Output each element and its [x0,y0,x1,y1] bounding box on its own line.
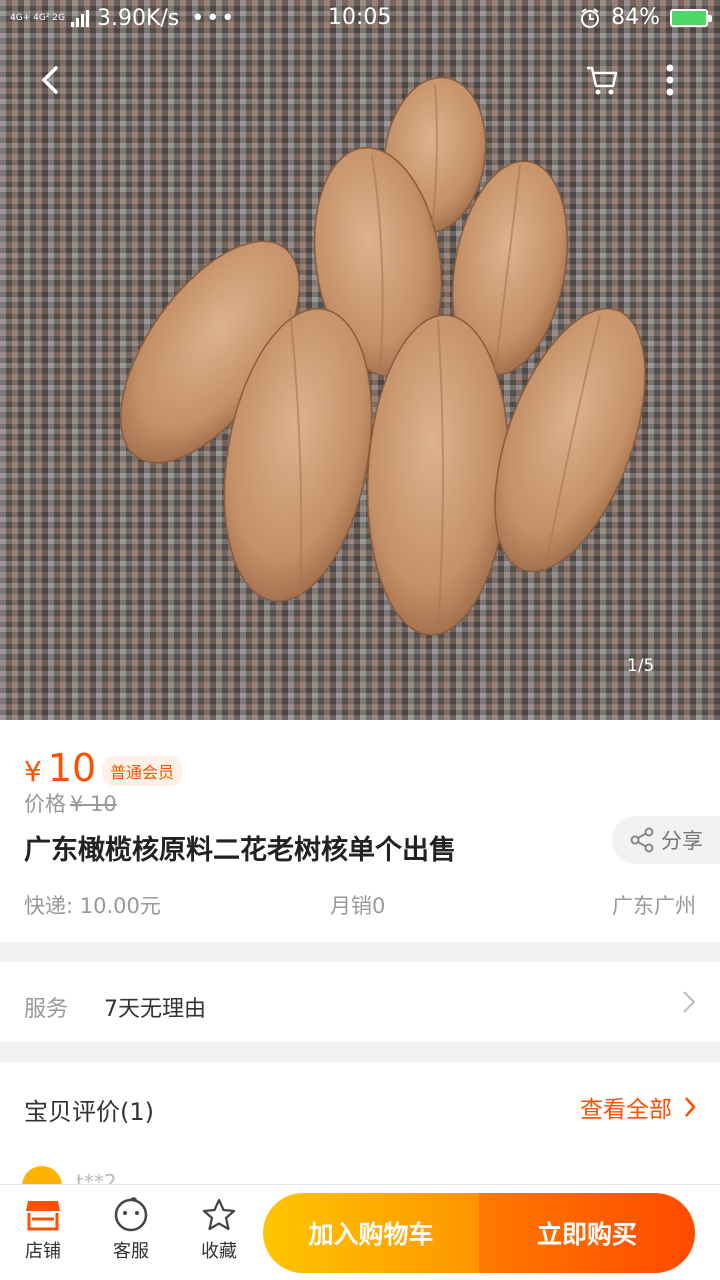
original-price-value: ¥ 10 [70,792,117,816]
more-button[interactable] [642,52,698,108]
service-label: 服务 [24,997,69,1022]
customer-service-button[interactable]: 客服 [96,1197,166,1263]
favorite-label: 收藏 [201,1241,237,1262]
more-vertical-icon [666,64,674,96]
buy-now-button[interactable]: 立即购买 [479,1193,695,1273]
status-bar: 4G+ 4G² 2G 3.90K/s ••• 10:05 84% [0,0,720,36]
chat-icon [114,1197,148,1232]
back-button[interactable] [22,52,78,108]
purchase-buttons: 加入购物车 立即购买 [263,1193,695,1273]
network-speed: 3.90K/s [96,5,180,31]
chevron-left-icon [42,66,58,94]
currency-symbol: ¥ [24,755,42,788]
service-value: 7天无理由 [104,997,206,1022]
customer-service-label: 客服 [113,1241,149,1262]
bottom-action-bar: 店铺 客服 收藏 加入购物车 立即购买 [0,1184,720,1280]
store-button[interactable]: 店铺 [8,1197,78,1263]
chevron-right-icon [683,991,696,1013]
star-icon [202,1198,236,1231]
reviews-section: 宝贝评价(1) 查看全部 t**2 [0,1062,720,1202]
network-type-label: 4G+ 4G² 2G [10,13,65,23]
battery-percent: 84% [611,5,660,30]
cart-button[interactable] [574,52,630,108]
store-icon [26,1201,60,1231]
alarm-icon [581,7,600,28]
add-to-cart-button[interactable]: 加入购物车 [263,1193,479,1273]
product-info: ¥ 10 普通会员 价格 ¥ 10 广东橄榄核原料二花老树核单个出售 分享 快递:… [0,720,720,942]
more-notifications-icon: ••• [191,5,237,31]
original-price-label: 价格 [24,792,66,816]
signal-strength-icon [70,9,89,27]
view-all-reviews-link[interactable]: 查看全部 [580,1090,696,1124]
price-amount: 10 [47,746,97,790]
product-title: 广东橄榄核原料二花老树核单个出售 [24,835,456,866]
clock: 10:05 [328,5,392,30]
shipping-fee: 快递: 10.00元 [24,894,161,918]
cart-icon [587,66,618,95]
member-badge: 普通会员 [102,756,183,786]
olive-pits-photo [119,76,646,636]
monthly-sales: 月销0 [330,894,386,918]
reviews-heading: 宝贝评价(1) [24,1098,154,1126]
original-price: 价格 ¥ 10 [24,788,117,818]
share-icon [630,827,654,853]
price: ¥ 10 [24,746,96,790]
favorite-button[interactable]: 收藏 [184,1197,254,1263]
product-image[interactable] [0,0,720,720]
view-all-label: 查看全部 [580,1097,672,1123]
share-label: 分享 [661,829,703,853]
share-button[interactable]: 分享 [612,816,720,864]
chevron-right-icon [685,1097,696,1117]
store-label: 店铺 [25,1241,61,1262]
service-row[interactable]: 服务 7天无理由 [0,962,720,1042]
image-counter: 1/5 [627,656,655,676]
battery-icon [670,8,712,27]
ship-from-location: 广东广州 [612,894,696,918]
